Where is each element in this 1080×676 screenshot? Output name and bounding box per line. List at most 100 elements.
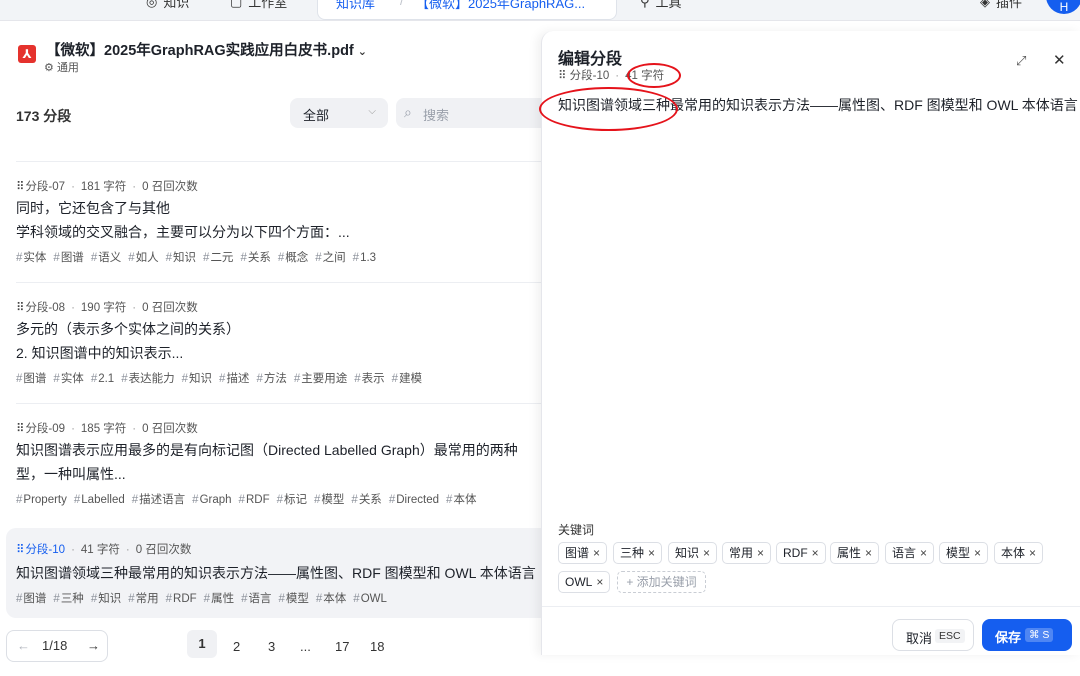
keywords-label: 关键词 [558,523,595,537]
page-stepper: ← 1/18 → [6,630,108,662]
page-number[interactable]: 17 [335,639,349,654]
close-icon[interactable]: ✕ [1053,51,1066,69]
shortcut-badge: ⌘ S [1025,628,1054,642]
segment-tags: 图谱三种知识常用 RDF 属性语言模型本体 OWL [16,590,394,606]
status-filter-select[interactable]: 全部 ⌵ [290,98,388,128]
tag: 描述 [219,373,249,385]
page-number[interactable]: 2 [233,639,240,654]
drag-grip-icon: ⠿ [558,70,567,82]
pagination: ← 1/18 → 1 2 3 ... 17 18 [0,630,545,676]
add-keyword-button[interactable]: + 添加关键词 [617,571,706,593]
tag: 1.3 [353,252,376,264]
footer-divider [542,606,1080,607]
remove-keyword-icon[interactable]: × [1029,546,1036,560]
remove-keyword-icon[interactable]: × [920,546,927,560]
tag: 模型 [314,494,344,506]
tag: 图谱 [16,373,46,385]
annotation-circle [539,87,678,131]
tag: 之间 [315,252,345,264]
segment-meta: ⠿ 分段-09 · 185 字符 · 0 召回次数 [16,423,198,435]
page-ellipsis: ... [300,639,311,654]
remove-keyword-icon[interactable]: × [648,546,655,560]
keyword-chip[interactable]: RDF × [776,542,826,564]
tag: 三种 [53,593,83,605]
keyword-chip[interactable]: OWL × [558,571,611,593]
segment-tags: Property Labelled 描述语言 Graph RDF 标记模型关系 Direct… [16,491,483,507]
segment-list-pane: ⅄ 【微软】2025年GraphRAG实践应用白皮书.pdf ⌄ ⚙ 通用 173… [0,21,556,662]
segment-text-line: 知识图谱领域三种最常用的知识表示方法——属性图、RDF 图模型和 OWL 本体语… [16,565,536,581]
segment-tags: 实体图谱语义如人知识二元关系概念之间 1.3 [16,249,383,265]
save-button[interactable]: 保存 ⌘ S [982,619,1072,651]
breadcrumb-knowledge[interactable]: 知识库 [336,0,375,12]
tag: 表达能力 [121,373,174,385]
cancel-button[interactable]: 取消 ESC [892,619,974,651]
expand-icon[interactable]: ⤢ [1016,53,1026,69]
remove-keyword-icon[interactable]: × [812,546,819,560]
shortcut-badge: ESC [935,629,965,643]
keyword-chip[interactable]: 常用 × [722,542,772,564]
search-input[interactable]: ⌕ 搜索 [396,98,556,128]
tag: 描述语言 [132,494,185,506]
arrow-right-icon[interactable]: → [87,638,100,653]
nav-plugins[interactable]: ◈ 插件 [980,0,1022,11]
keyword-chip[interactable]: 语言 × [885,542,935,564]
tag: 实体 [16,252,46,264]
segment-tags: 图谱实体 2.1 表达能力知识描述方法主要用途表示建模 [16,370,429,386]
tag: 实体 [53,373,83,385]
keyword-chip[interactable]: 图谱 × [558,542,608,564]
keyword-chip[interactable]: 本体 × [994,542,1044,564]
nav-knowledge[interactable]: ◎ 知识 [146,0,189,11]
remove-keyword-icon[interactable]: × [593,546,600,560]
segment-text-line: 多元的（表示多个实体之间的关系） [16,321,240,337]
chevron-down-icon[interactable]: ⌄ [358,46,367,58]
tag: 模型 [278,593,308,605]
remove-keyword-icon[interactable]: × [865,546,872,560]
search-placeholder: 搜索 [423,108,450,123]
keyword-chip[interactable]: 模型 × [939,542,989,564]
arrow-left-icon[interactable]: ← [17,638,30,653]
document-mode: ⚙ 通用 [44,62,79,74]
tag: 本体 [316,593,346,605]
remove-keyword-icon[interactable]: × [974,546,981,560]
page-indicator[interactable]: 1/18 [42,638,67,653]
breadcrumb-tab[interactable]: 知识库 / 【微软】2025年GraphRAG... [317,0,617,20]
tag: 关系 [351,494,381,506]
tag: 常用 [128,593,158,605]
tag: 图谱 [16,593,46,605]
drag-grip-icon: ⠿ [16,423,25,435]
segment-text-line: 同时，它还包含了与其他 [16,200,170,216]
row-divider [16,282,545,283]
nav-tools[interactable]: ⚲ 工具 [640,0,682,11]
top-nav-bar: ◎ 知识 ▢ 工作室 知识库 / 【微软】2025年GraphRAG... ⚲ 工具 … [0,0,1080,21]
remove-keyword-icon[interactable]: × [596,575,603,589]
studio-icon: ▢ [230,0,243,9]
tag: 概念 [278,252,308,264]
breadcrumb-separator: / [400,0,404,8]
tag: RDF [166,593,197,605]
breadcrumb-document[interactable]: 【微软】2025年GraphRAG... [416,0,585,12]
remove-keyword-icon[interactable]: × [757,546,764,560]
tag: 关系 [240,252,270,264]
user-avatar[interactable]: H [1046,0,1080,14]
remove-keyword-icon[interactable]: × [703,546,710,560]
nav-studio[interactable]: ▢ 工作室 [230,0,287,11]
keyword-chip[interactable]: 知识 × [668,542,718,564]
tag: OWL [353,593,387,605]
page-number[interactable]: 1 [187,630,217,658]
document-title[interactable]: 【微软】2025年GraphRAG实践应用白皮书.pdf ⌄ [46,39,367,60]
tag: 知识 [91,593,121,605]
keyword-chip[interactable]: 三种 × [613,542,663,564]
tools-icon: ⚲ [640,0,650,9]
search-icon: ⌕ [404,104,412,120]
tag: 标记 [277,494,307,506]
tag: 2.1 [91,373,114,385]
keyword-chip[interactable]: 属性 × [830,542,880,564]
segment-count: 173 分段 [16,108,72,124]
segment-meta: ⠿ 分段-08 · 190 字符 · 0 召回次数 [16,302,198,314]
drag-grip-icon: ⠿ [16,302,25,314]
tag: 属性 [204,593,234,605]
tag: 主要用途 [294,373,347,385]
page-number[interactable]: 18 [370,639,384,654]
page-number[interactable]: 3 [268,639,275,654]
tag: 二元 [203,252,233,264]
